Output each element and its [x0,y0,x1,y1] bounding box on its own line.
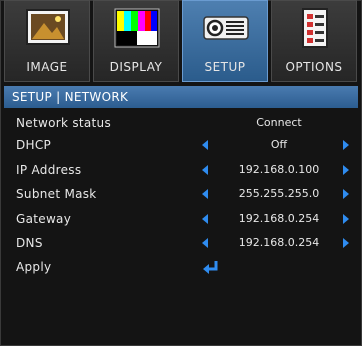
row-dns[interactable]: DNS 192.168.0.254 [4,232,358,254]
row-apply[interactable]: Apply [4,256,358,278]
row-value: 192.168.0.254 [238,236,320,249]
right-arrow-icon[interactable] [343,189,349,199]
row-value: 192.168.0.254 [238,212,320,225]
tab-setup[interactable]: SETUP [182,0,268,82]
tab-options[interactable]: OPTIONS [271,0,357,82]
breadcrumb: SETUP | NETWORK [4,86,358,108]
tab-label: OPTIONS [285,60,343,74]
row-label: DNS [16,236,43,250]
row-value: Connect [256,116,302,129]
row-label: Gateway [16,212,72,226]
right-arrow-icon[interactable] [343,238,349,248]
tab-display[interactable]: DISPLAY [93,0,179,82]
row-label: Network status [16,116,111,130]
row-gateway[interactable]: Gateway 192.168.0.254 [4,208,358,230]
image-icon [26,9,70,45]
row-value: 192.168.0.100 [238,163,320,176]
tab-bar: IMAGE DISPLAY SETUP OPTIONS [4,0,358,82]
projector-icon [203,16,249,40]
tab-label: IMAGE [26,60,68,74]
options-icon [302,8,328,48]
right-arrow-icon[interactable] [343,140,349,150]
right-arrow-icon[interactable] [343,165,349,175]
row-value: 255.255.255.0 [238,187,320,200]
row-dhcp[interactable]: DHCP Off [4,134,358,156]
tab-image[interactable]: IMAGE [4,0,90,82]
tab-label: DISPLAY [109,60,163,74]
row-label: IP Address [16,163,82,177]
tab-label: SETUP [204,60,246,74]
breadcrumb-text: SETUP | NETWORK [12,90,129,104]
display-icon [114,8,160,48]
row-network-status: Network status Connect [4,112,358,134]
row-label: Subnet Mask [16,187,97,201]
row-subnet-mask[interactable]: Subnet Mask 255.255.255.0 [4,183,358,205]
row-ip-address[interactable]: IP Address 192.168.0.100 [4,159,358,181]
enter-icon[interactable] [202,259,220,275]
row-value: Off [270,138,288,151]
row-label: DHCP [16,138,52,152]
osd-menu: IMAGE DISPLAY SETUP OPTIONS SETUP | NETW… [0,0,362,346]
right-arrow-icon[interactable] [343,214,349,224]
row-label: Apply [16,260,52,274]
